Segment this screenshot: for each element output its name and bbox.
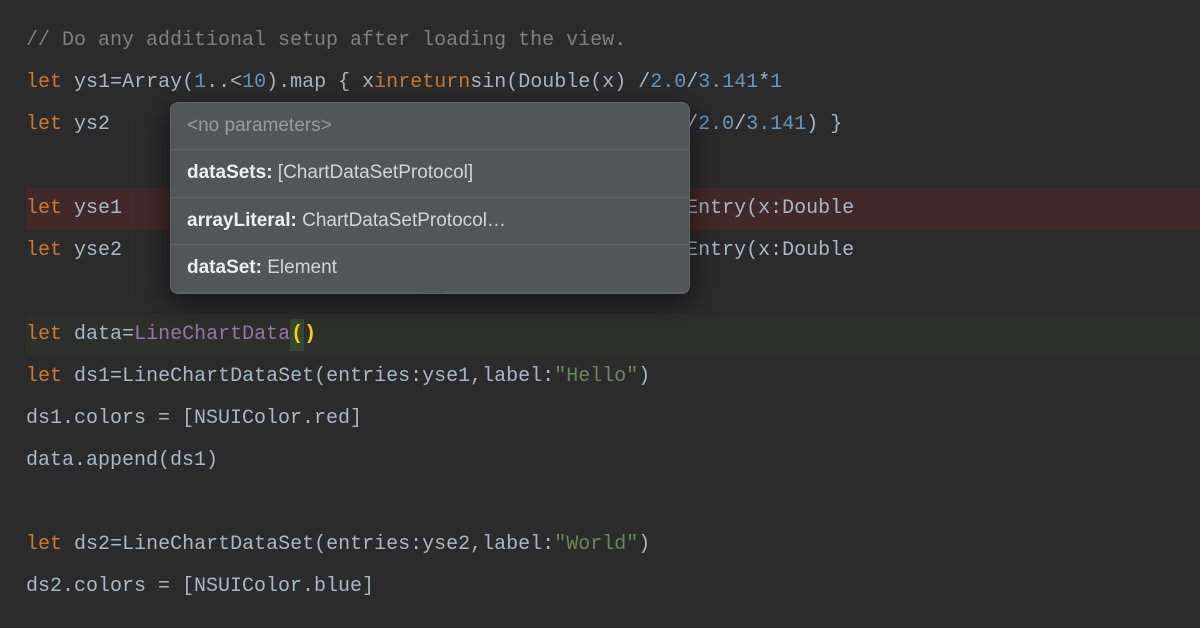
code-text: / xyxy=(734,109,746,141)
code-text: / xyxy=(686,67,698,99)
string-literal: "Hello" xyxy=(554,361,638,393)
autocomplete-popup[interactable]: <no parameters> dataSets: [ChartDataSetP… xyxy=(170,102,690,294)
code-text: : xyxy=(770,193,782,225)
code-text: ds2.colors = [NSUIColor.blue] xyxy=(26,571,374,603)
identifier: ds2 xyxy=(74,529,110,561)
code-text: ) xyxy=(266,67,278,99)
keyword-let: let xyxy=(26,361,62,393)
code-text: : xyxy=(542,529,554,561)
number-literal: 1 xyxy=(194,67,206,99)
code-line: ds1.colors = [NSUIColor.red] xyxy=(26,398,1200,440)
autocomplete-text: <no parameters> xyxy=(187,115,332,136)
code-text: label xyxy=(482,529,542,561)
code-line: ds2.colors = [NSUIColor.blue] xyxy=(26,566,1200,608)
type-name: LineChartData xyxy=(134,319,290,351)
code-text: sin(Double(x) / xyxy=(470,67,650,99)
code-line: let ds2 = LineChartDataSet(entries: yse2… xyxy=(26,524,1200,566)
code-text: LineChartDataSet(entries xyxy=(122,529,410,561)
open-paren: ( xyxy=(290,319,304,351)
code-line-active: let data = LineChartData() xyxy=(26,314,1200,356)
code-text: ..< xyxy=(206,67,242,99)
code-text: data.append(ds1) xyxy=(26,445,218,477)
identifier: yse1 xyxy=(74,193,122,225)
code-text: : xyxy=(410,529,422,561)
autocomplete-param: dataSet: xyxy=(187,257,262,278)
code-line: // Do any additional setup after loading… xyxy=(26,20,1200,62)
code-text: = xyxy=(110,361,122,393)
code-line: data.append(ds1) xyxy=(26,440,1200,482)
autocomplete-type: Element xyxy=(262,257,337,278)
keyword-let: let xyxy=(26,235,62,267)
identifier: yse2 xyxy=(74,235,122,267)
code-text: ( xyxy=(182,67,194,99)
number-literal: 3.141 xyxy=(698,67,758,99)
code-text: .map { x xyxy=(278,67,374,99)
autocomplete-param: dataSets: xyxy=(187,162,273,183)
identifier: ys2 xyxy=(74,109,110,141)
code-text: Double xyxy=(782,235,854,267)
code-text: LineChartDataSet(entries xyxy=(122,361,410,393)
identifier: ds1 xyxy=(74,361,110,393)
autocomplete-item-arrayliteral[interactable]: arrayLiteral: ChartDataSetProtocol… xyxy=(171,198,689,245)
string-literal: "World" xyxy=(554,529,638,561)
keyword-let: let xyxy=(26,529,62,561)
autocomplete-type: [ChartDataSetProtocol] xyxy=(273,162,474,183)
code-text: , xyxy=(470,529,482,561)
code-line: let ds1 = LineChartDataSet(entries: yse1… xyxy=(26,356,1200,398)
keyword-let: let xyxy=(26,193,62,225)
keyword-let: let xyxy=(26,319,62,351)
keyword-in: in xyxy=(374,67,398,99)
autocomplete-item-datasets[interactable]: dataSets: [ChartDataSetProtocol] xyxy=(171,150,689,197)
identifier: data xyxy=(74,319,122,351)
code-editor[interactable]: // Do any additional setup after loading… xyxy=(0,0,1200,628)
number-literal: 2.0 xyxy=(650,67,686,99)
code-text: = xyxy=(110,67,122,99)
code-text: = xyxy=(122,319,134,351)
number-literal: 10 xyxy=(242,67,266,99)
code-line: let ys1 = Array(1..<10).map { x in retur… xyxy=(26,62,1200,104)
code-text: ) } xyxy=(806,109,842,141)
popup-arrow-icon xyxy=(421,291,445,294)
code-text: , xyxy=(470,361,482,393)
identifier: ys1 xyxy=(74,67,110,99)
code-text: = xyxy=(110,529,122,561)
code-text: : xyxy=(542,361,554,393)
comment-text: // Do any additional setup after loading… xyxy=(26,25,626,57)
keyword-let: let xyxy=(26,109,62,141)
autocomplete-param: arrayLiteral: xyxy=(187,210,297,231)
code-text: : xyxy=(770,235,782,267)
code-text: Array xyxy=(122,67,182,99)
keyword-let: let xyxy=(26,67,62,99)
code-text: Double xyxy=(782,193,854,225)
code-text: ) xyxy=(638,361,650,393)
code-text: ) xyxy=(638,529,650,561)
code-text: label xyxy=(482,361,542,393)
number-literal: 1 xyxy=(770,67,782,99)
code-text: yse2 xyxy=(422,529,470,561)
number-literal: 3.141 xyxy=(746,109,806,141)
autocomplete-type: ChartDataSetProtocol… xyxy=(297,210,506,231)
autocomplete-item-dataset[interactable]: dataSet: Element xyxy=(171,245,689,292)
empty-line xyxy=(26,482,1200,524)
code-text: ds1.colors = [NSUIColor.red] xyxy=(26,403,362,435)
number-literal: 2.0 xyxy=(698,109,734,141)
code-text: * xyxy=(758,67,770,99)
code-text: : xyxy=(410,361,422,393)
keyword-return: return xyxy=(398,67,470,99)
close-paren: ) xyxy=(304,319,316,351)
autocomplete-item-no-params[interactable]: <no parameters> xyxy=(171,103,689,150)
code-text: yse1 xyxy=(422,361,470,393)
